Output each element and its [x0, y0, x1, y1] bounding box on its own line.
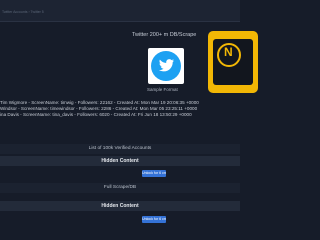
breadcrumb[interactable]: Twitter Accounts › Twitter 5: [2, 10, 44, 14]
top-bar: Twitter Accounts › Twitter 5: [0, 0, 240, 22]
section-label-verified: List of 100k Verified Accounts: [88, 146, 152, 151]
sample-image[interactable]: [148, 48, 184, 84]
section-label-full-scrape: Full Scrape/DB: [103, 185, 137, 190]
twitter-bird-icon: [151, 51, 181, 81]
unlock-button[interactable]: Unlock for 6 credits: [142, 216, 166, 223]
record-line: ina Davis - ScreenName: tina_davis - Fol…: [0, 112, 192, 117]
listing-title: Twitter 200+ m DB/Scrape: [132, 32, 197, 38]
hidden-content-label: Hidden Content: [101, 158, 139, 164]
sample-caption: Sample Format: [147, 87, 178, 92]
hidden-content-label: Hidden Content: [101, 203, 139, 209]
sample-records: Tim Wigmore - ScreenName: timwig - Follo…: [0, 100, 240, 118]
unlock-button[interactable]: Unlock for 6 credits: [142, 170, 166, 177]
hexagon-logo-icon: N: [208, 31, 258, 93]
